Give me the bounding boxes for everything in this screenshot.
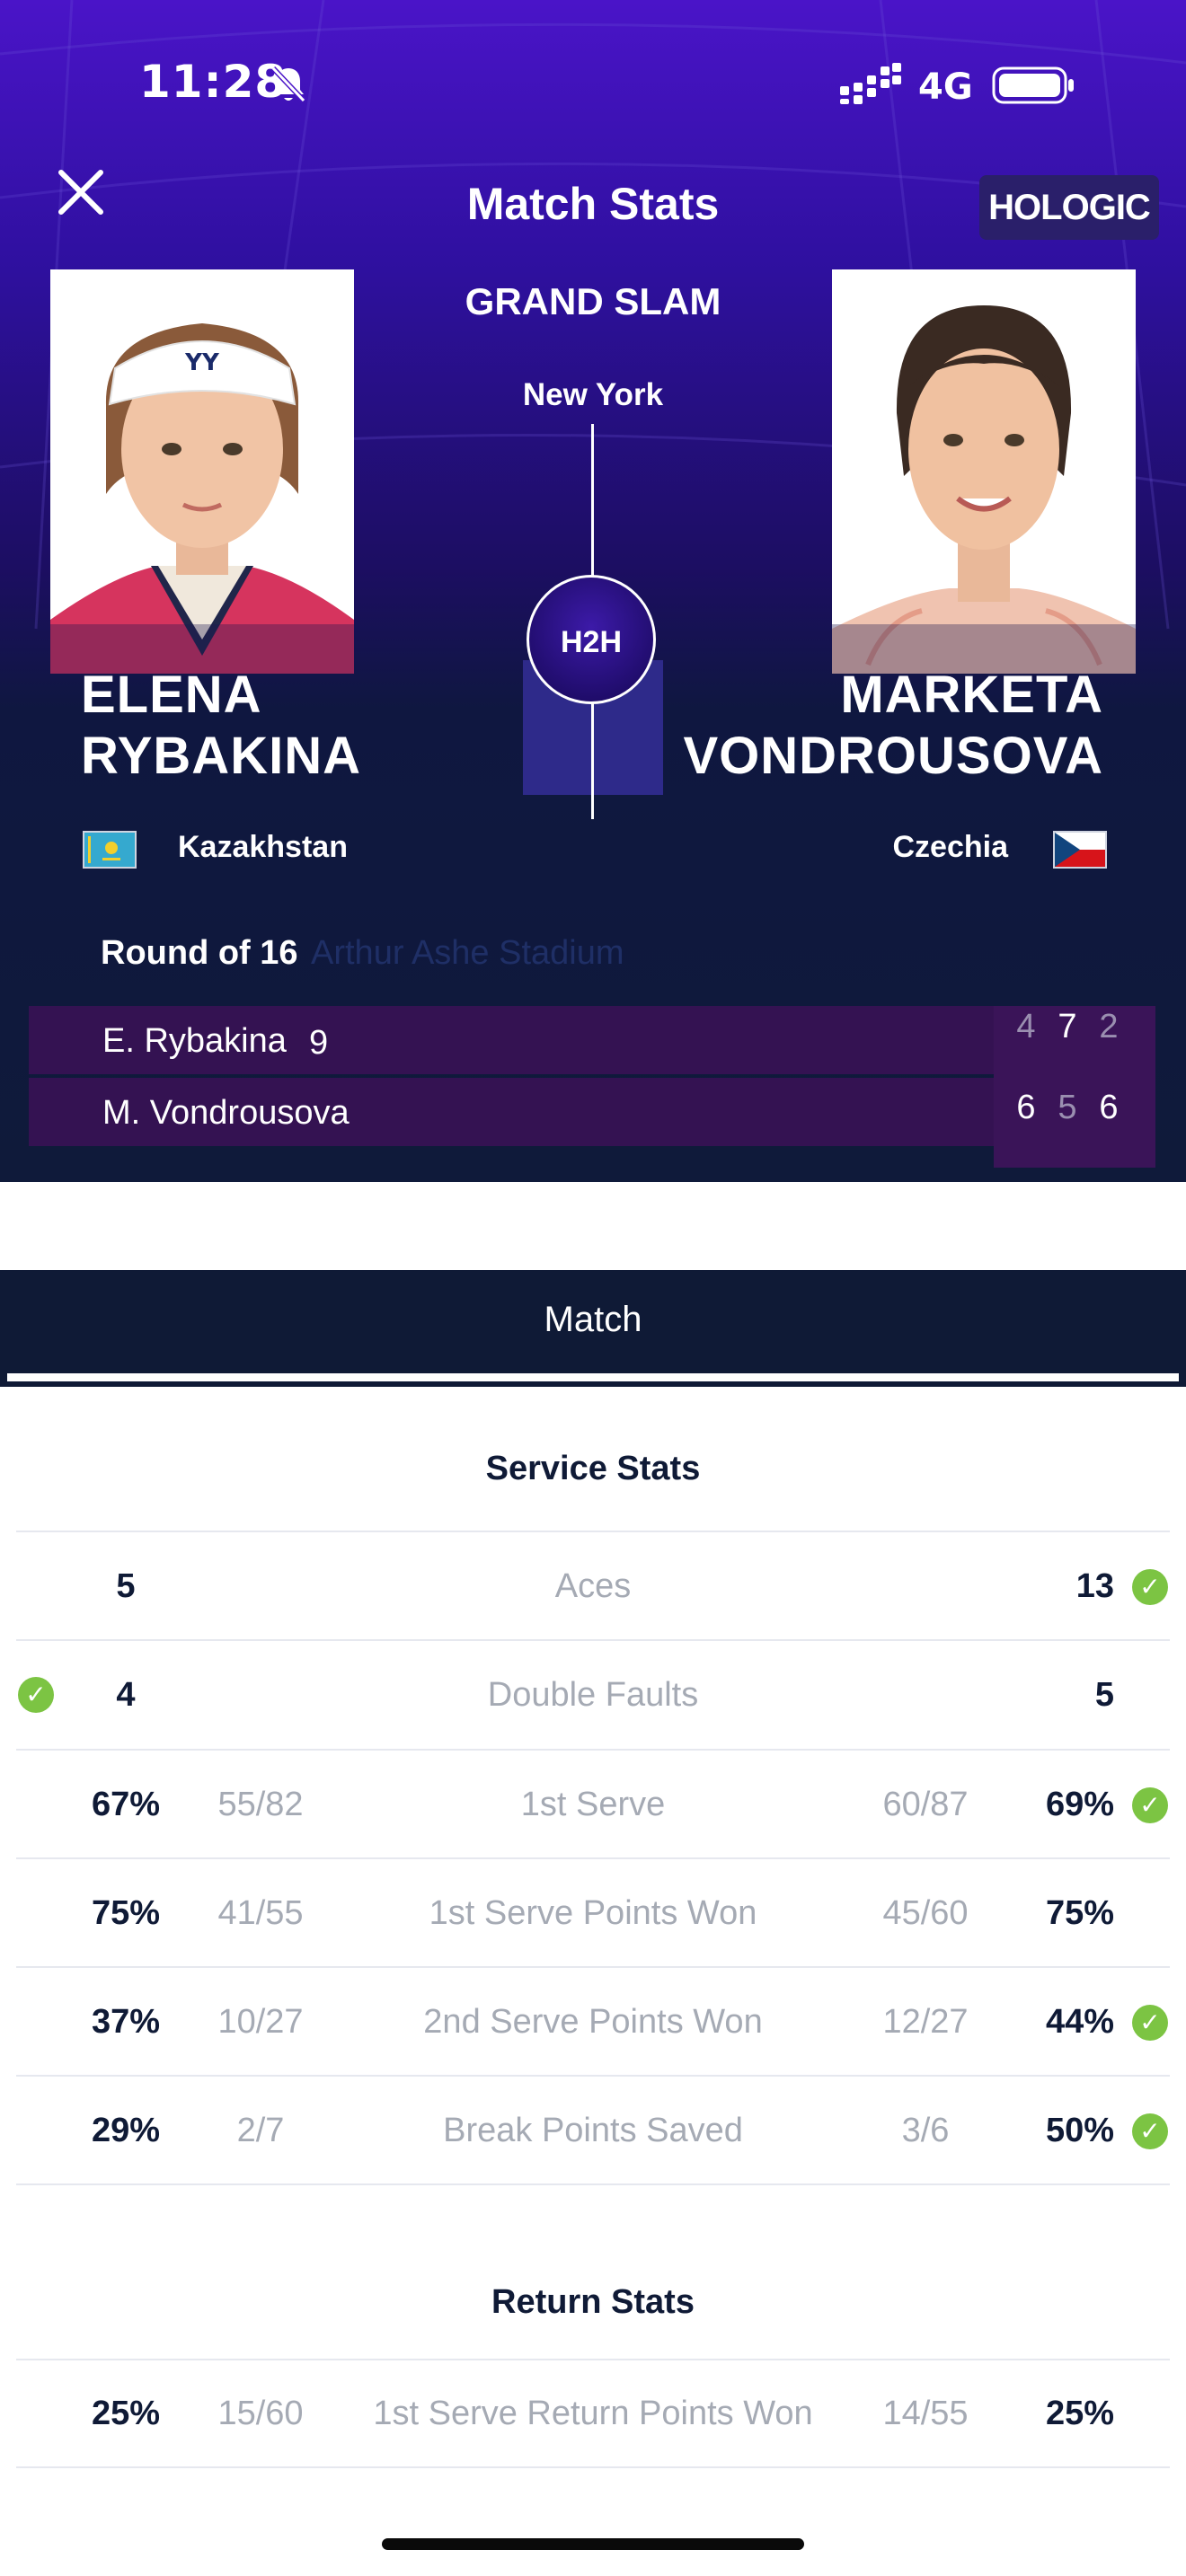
match-round: Round of 16 [101, 934, 298, 972]
battery-icon [992, 66, 1074, 104]
match-venue: Arthur Ashe Stadium [311, 934, 624, 972]
double-faults-player-2: 5 [1094, 1676, 1114, 1714]
status-time: 11:28 [139, 56, 288, 108]
stat-label-double-faults: Double Faults [487, 1676, 699, 1714]
cellular-signal-icon [840, 63, 901, 104]
player-2-name[interactable]: MARKETA VONDROUSOVA [683, 665, 1103, 787]
active-tab-indicator [7, 1373, 1179, 1381]
first-serve-won-count-player-2: 45/60 [882, 1894, 969, 1932]
divider [16, 2183, 1170, 2185]
second-serve-won-count-player-2: 12/27 [882, 2003, 969, 2041]
scoreboard-player-2-name: M. Vondrousova [102, 1094, 350, 1132]
scoreboard-player-1-name: E. Rybakina [102, 1022, 287, 1060]
divider [16, 2359, 1170, 2360]
home-indicator[interactable] [382, 2538, 804, 2550]
first-serve-pct-player-1: 67% [91, 1786, 161, 1823]
leader-check-icon: ✓ [1132, 1787, 1168, 1823]
kazakhstan-flag-icon [83, 831, 137, 869]
tab-match[interactable]: Match [0, 1300, 1186, 1340]
divider [16, 2075, 1170, 2077]
player-1-name[interactable]: ELENA RYBAKINA [81, 665, 361, 787]
break-points-saved-pct-player-1: 29% [91, 2112, 161, 2149]
return-first-serve-count-player-1: 15/60 [217, 2395, 304, 2432]
divider [16, 1966, 1170, 1968]
stat-label-first-serve: 1st Serve [520, 1786, 666, 1823]
return-stats-title: Return Stats [491, 2283, 695, 2321]
player-2-last-name: VONDROUSOVA [683, 727, 1103, 785]
second-serve-won-pct-player-1: 37% [91, 2003, 161, 2041]
leader-check-icon: ✓ [1132, 2113, 1168, 2149]
return-first-serve-count-player-2: 14/55 [882, 2395, 969, 2432]
first-serve-won-pct-player-2: 75% [1045, 1894, 1114, 1932]
divider [16, 2466, 1170, 2468]
player-1-country: Kazakhstan [178, 830, 348, 864]
break-points-saved-pct-player-2: 50% [1045, 2112, 1114, 2149]
player-1-last-name: RYBAKINA [81, 727, 361, 785]
second-serve-won-count-player-1: 10/27 [217, 2003, 304, 2041]
leader-check-icon: ✓ [1132, 2005, 1168, 2041]
leader-check-icon: ✓ [18, 1677, 54, 1713]
player-1-seed: 9 [309, 1024, 329, 1062]
aces-player-1: 5 [116, 1567, 136, 1605]
player-2-set-2: 5 [1058, 1089, 1077, 1126]
break-points-saved-count-player-1: 2/7 [236, 2112, 285, 2149]
player-2-country: Czechia [892, 830, 1009, 864]
stat-label-aces: Aces [554, 1567, 632, 1605]
first-serve-pct-player-2: 69% [1045, 1786, 1114, 1823]
double-faults-player-1: 4 [116, 1676, 136, 1714]
divider [16, 1531, 1170, 1532]
divider [16, 1749, 1170, 1751]
first-serve-won-pct-player-1: 75% [91, 1894, 161, 1932]
h2h-button[interactable]: H2H [527, 575, 656, 704]
player-2-photo [832, 269, 1136, 674]
stat-label-break-points-saved: Break Points Saved [443, 2112, 743, 2149]
service-stats-title: Service Stats [485, 1450, 701, 1487]
bell-muted-icon [270, 66, 306, 103]
first-serve-count-player-1: 55/82 [217, 1786, 304, 1823]
player-1-photo: YY [50, 269, 354, 674]
player-2-first-name: MARKETA [840, 666, 1103, 724]
player-1-set-3: 2 [1099, 1008, 1119, 1045]
return-first-serve-pct-player-2: 25% [1045, 2395, 1114, 2432]
player-2-set-3: 6 [1099, 1089, 1119, 1126]
svg-text:YY: YY [184, 349, 220, 376]
stat-label-second-serve-points-won: 2nd Serve Points Won [423, 2003, 763, 2041]
aces-player-2: 13 [1075, 1567, 1114, 1605]
player-1-first-name: ELENA [81, 666, 262, 724]
sponsor-logo[interactable]: HOLOGIC [979, 175, 1159, 240]
divider [16, 1857, 1170, 1859]
player-1-set-1: 4 [1016, 1008, 1036, 1045]
first-serve-count-player-2: 60/87 [882, 1786, 969, 1823]
czechia-flag-icon [1053, 831, 1107, 869]
break-points-saved-count-player-2: 3/6 [901, 2112, 950, 2149]
player-1-set-2: 7 [1058, 1008, 1077, 1045]
leader-check-icon: ✓ [1132, 1569, 1168, 1605]
first-serve-won-count-player-1: 41/55 [217, 1894, 304, 1932]
network-type: 4G [918, 66, 973, 108]
return-first-serve-pct-player-1: 25% [91, 2395, 161, 2432]
divider [16, 1639, 1170, 1641]
player-2-set-1: 6 [1016, 1089, 1036, 1126]
stat-label-first-serve-return-points-won: 1st Serve Return Points Won [373, 2395, 813, 2432]
second-serve-won-pct-player-2: 44% [1045, 2003, 1114, 2041]
stat-label-first-serve-points-won: 1st Serve Points Won [429, 1894, 757, 1932]
